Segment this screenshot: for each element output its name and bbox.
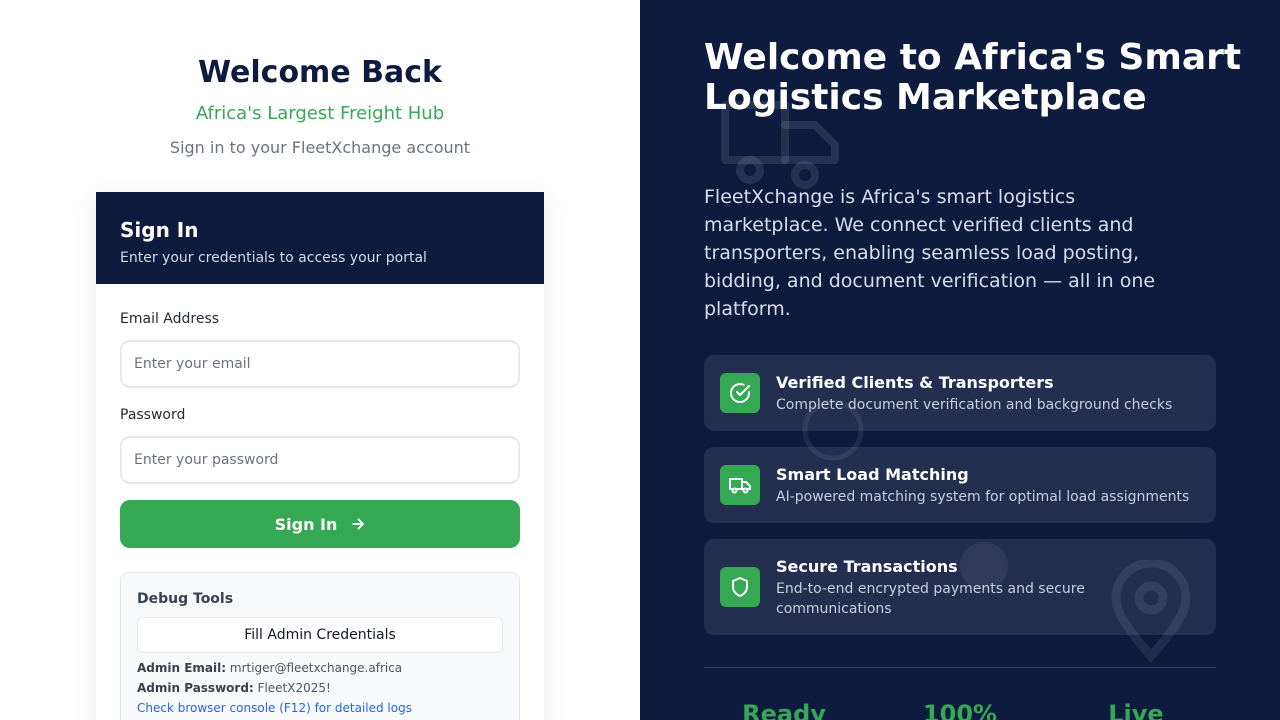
feature-description: Complete document verification and backg… bbox=[776, 397, 1173, 413]
signin-button-label: Sign In bbox=[274, 514, 338, 534]
admin-email-line: Admin Email: mrtiger@fleetxchange.africa bbox=[137, 661, 402, 675]
hero-description: FleetXchange is Africa's smart logistics… bbox=[704, 186, 1156, 320]
password-label: Password bbox=[120, 407, 186, 423]
console-logs-link[interactable]: Check browser console (F12) for detailed… bbox=[137, 701, 412, 715]
signin-card-header: Sign In Enter your credentials to access… bbox=[96, 192, 544, 284]
hero-panel: Welcome to Africa's Smart Logistics Mark… bbox=[640, 0, 1280, 720]
feature-description: End-to-end encrypted payments and secure… bbox=[776, 581, 1085, 617]
page-subtitle: Sign in to your FleetXchange account bbox=[169, 138, 471, 157]
admin-email-value: mrtiger@fleetxchange.africa bbox=[229, 661, 403, 675]
admin-email-label: Admin Email: bbox=[137, 661, 227, 675]
fill-admin-credentials-button[interactable]: Fill Admin Credentials bbox=[137, 617, 503, 653]
debug-tools-panel: Debug Tools Fill Admin Credentials Admin… bbox=[120, 572, 520, 720]
stats-divider bbox=[704, 667, 1216, 668]
shield-icon bbox=[720, 567, 760, 607]
hero-title: Welcome to Africa's Smart Logistics Mark… bbox=[704, 37, 1242, 118]
signin-card-title: Sign In bbox=[120, 218, 199, 242]
feature-card-matching: Smart Load Matching AI-powered matching … bbox=[704, 447, 1216, 523]
admin-password-line: Admin Password: FleetX2025! bbox=[137, 681, 331, 695]
feature-title: Secure Transactions bbox=[776, 557, 958, 576]
password-field[interactable] bbox=[120, 436, 520, 484]
signin-button[interactable]: Sign In bbox=[120, 500, 520, 548]
login-panel: Welcome Back Africa's Largest Freight Hu… bbox=[0, 0, 640, 720]
feature-title: Smart Load Matching bbox=[776, 465, 969, 484]
email-label: Email Address bbox=[120, 311, 220, 327]
tagline: Africa's Largest Freight Hub bbox=[195, 103, 445, 124]
email-field[interactable] bbox=[120, 340, 520, 388]
page-title: Welcome Back bbox=[198, 55, 442, 90]
stat-value: 100% bbox=[922, 700, 998, 720]
feature-description: AI-powered matching system for optimal l… bbox=[776, 489, 1190, 505]
feature-card-verified: Verified Clients & Transporters Complete… bbox=[704, 355, 1216, 431]
check-circle-icon bbox=[720, 373, 760, 413]
admin-password-value: FleetX2025! bbox=[257, 681, 331, 695]
debug-tools-title: Debug Tools bbox=[137, 591, 234, 607]
feature-title: Verified Clients & Transporters bbox=[776, 373, 1054, 392]
feature-card-secure: Secure Transactions End-to-end encrypted… bbox=[704, 539, 1216, 635]
truck-icon bbox=[720, 465, 760, 505]
signin-card: Sign In Enter your credentials to access… bbox=[96, 192, 544, 720]
stat-value: Ready bbox=[742, 700, 826, 720]
stat-value: Live bbox=[1108, 700, 1164, 720]
arrow-right-icon bbox=[352, 518, 365, 530]
signin-card-description: Enter your credentials to access your po… bbox=[120, 250, 427, 266]
admin-password-label: Admin Password: bbox=[137, 681, 254, 695]
